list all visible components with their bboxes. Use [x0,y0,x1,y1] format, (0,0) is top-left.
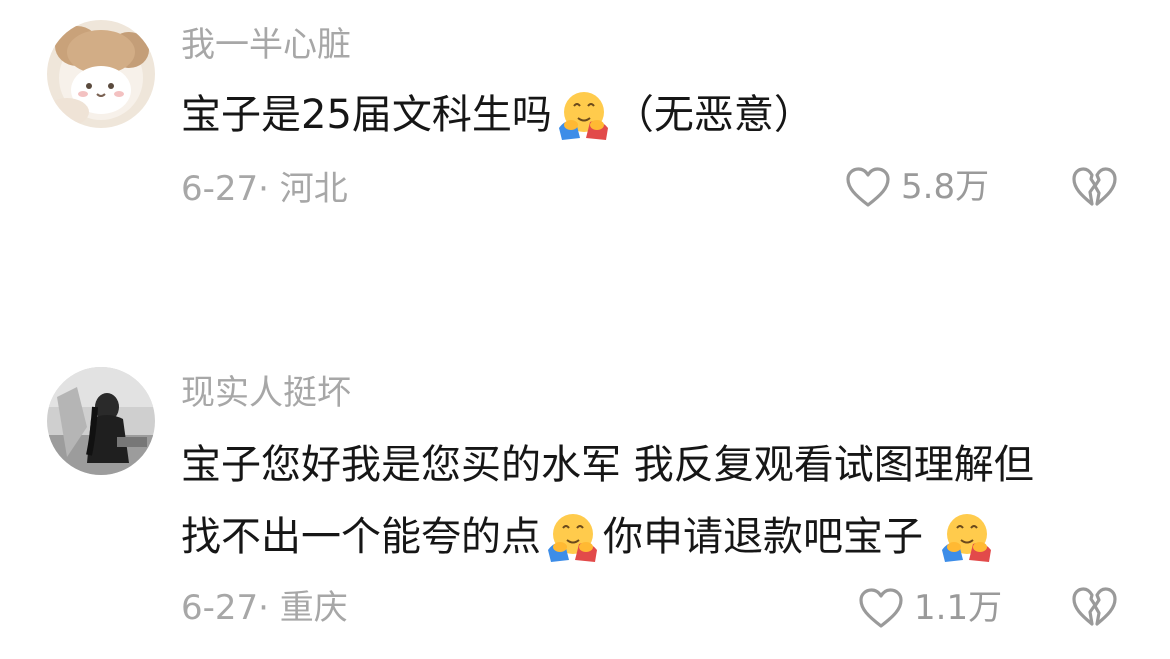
comment-text-part: 找不出一个能夸的点 [181,514,541,560]
broken-heart-icon [1071,166,1117,208]
like-button[interactable]: 1.1万 [858,586,1002,630]
comment-text-part: 宝子您好我是您买的水军 我反复观看试图理解但 [181,442,1034,488]
heart-outline-icon [845,166,891,208]
broken-heart-icon [1071,586,1117,628]
hugging-face-emoji [545,510,599,564]
comment-text-part: 你申请退款吧宝子 [603,514,923,560]
date-location: 6-27· 河北 [181,169,348,209]
comment-text: 找不出一个能夸的点 你申请退款吧宝子 [181,510,997,564]
comment-list: 我一半心脏 宝子是25届文科生吗 （无恶意） 6-27· 河北 5.8万 现实人… [0,0,1170,659]
comment-text-part: （无恶意） [613,92,814,138]
username[interactable]: 我一半心脏 [181,23,351,67]
hugging-face-emoji [939,510,993,564]
username[interactable]: 现实人挺坏 [181,371,351,415]
comment-text: 宝子是25届文科生吗 （无恶意） [181,88,814,142]
avatar[interactable] [47,20,155,128]
hugging-face-emoji [556,88,610,142]
dislike-button[interactable] [1071,166,1117,208]
comment-text: 宝子您好我是您买的水军 我反复观看试图理解但 [181,438,1034,492]
date-location: 6-27· 重庆 [181,588,348,628]
heart-outline-icon [858,587,904,629]
comment-text-part: 宝子是25届文科生吗 [181,92,552,138]
avatar[interactable] [47,367,155,475]
comment-item: 现实人挺坏 宝子您好我是您买的水军 我反复观看试图理解但 找不出一个能夸的点 你… [0,355,1170,659]
like-count: 1.1万 [914,588,1003,628]
like-button[interactable]: 5.8万 [845,165,989,209]
dislike-button[interactable] [1071,586,1117,628]
comment-item: 我一半心脏 宝子是25届文科生吗 （无恶意） 6-27· 河北 5.8万 [0,0,1170,300]
like-count: 5.8万 [901,167,990,207]
